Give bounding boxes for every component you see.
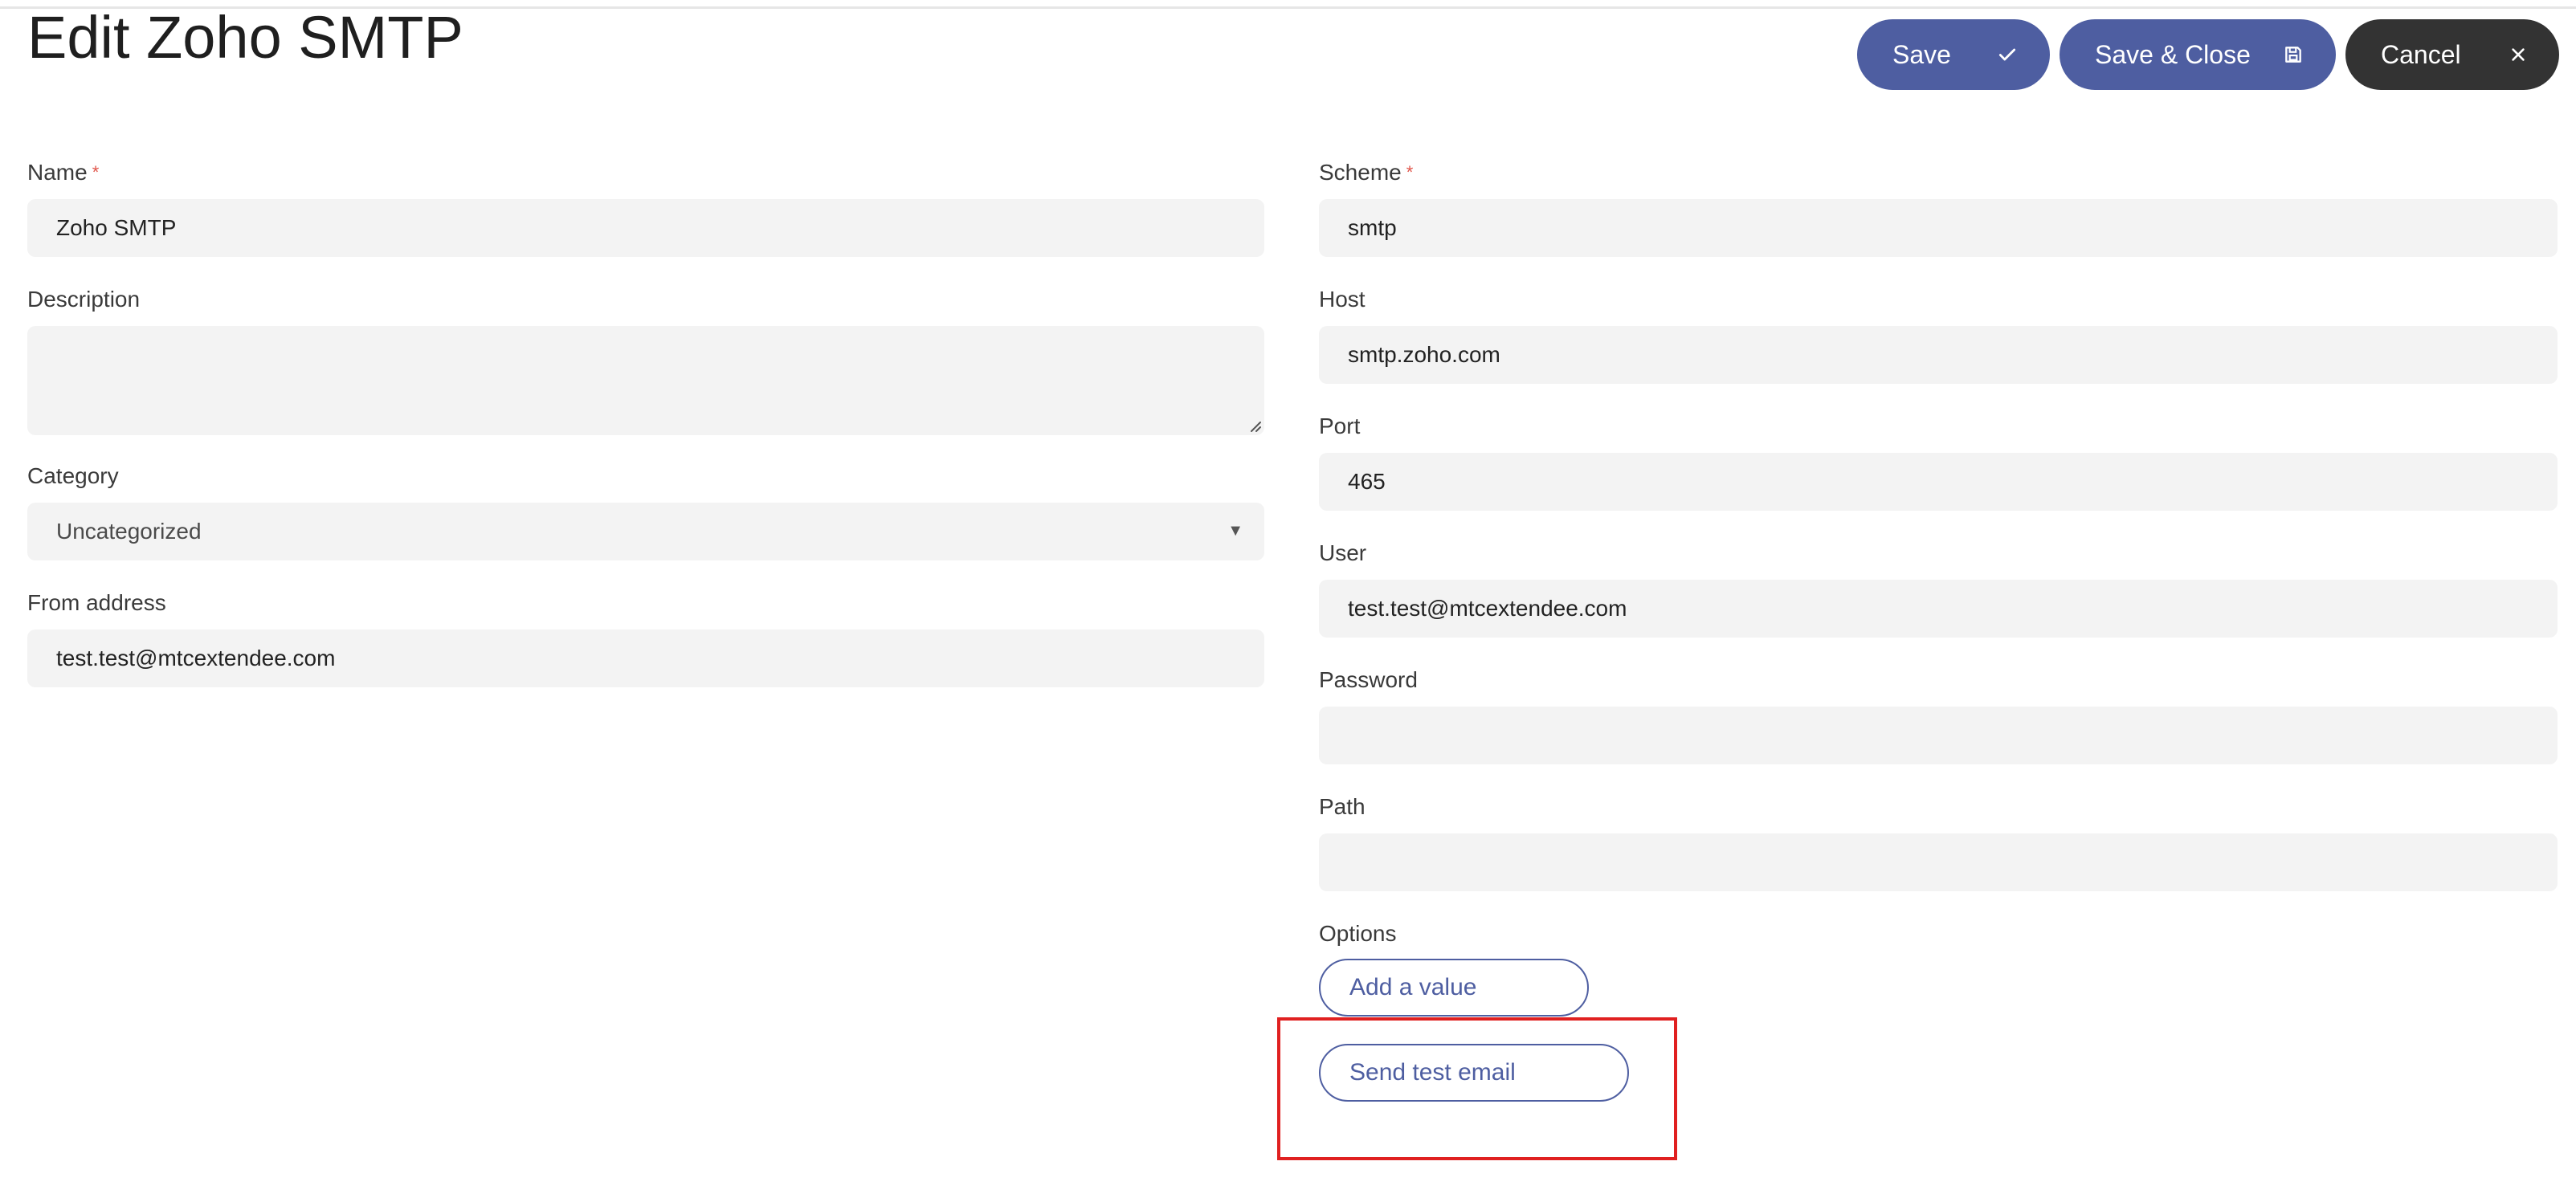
floppy-disk-icon (2283, 44, 2304, 65)
category-label: Category (27, 463, 119, 488)
cancel-button-label: Cancel (2381, 39, 2461, 69)
scheme-input[interactable]: smtp (1319, 199, 2558, 257)
scheme-label: Scheme * (1319, 160, 1414, 185)
user-input[interactable]: test.test@mtcextendee.com (1319, 580, 2558, 638)
save-close-button-label: Save & Close (2095, 39, 2251, 69)
host-label: Host (1319, 287, 1366, 312)
required-mark: * (92, 162, 100, 182)
page-title: Edit Zoho SMTP (27, 4, 463, 71)
name-label: Name * (27, 160, 100, 185)
save-button-label: Save (1892, 39, 1951, 69)
user-label: User (1319, 540, 1367, 565)
port-label: Port (1319, 414, 1361, 438)
from-address-input[interactable]: test.test@mtcextendee.com (27, 630, 1264, 687)
name-input[interactable]: Zoho SMTP (27, 199, 1264, 257)
from-address-label: From address (27, 590, 166, 615)
check-icon (1997, 44, 2018, 65)
caret-down-icon: ▼ (1227, 522, 1243, 540)
host-input[interactable]: smtp.zoho.com (1319, 326, 2558, 384)
save-close-button[interactable]: Save & Close (2060, 19, 2336, 90)
save-button[interactable]: Save (1857, 19, 2050, 90)
path-input[interactable] (1319, 833, 2558, 891)
resize-grip-icon[interactable] (1247, 418, 1261, 432)
annotation-highlight-box (1277, 1017, 1677, 1160)
description-textarea[interactable] (27, 326, 1264, 435)
cancel-button[interactable]: Cancel (2345, 19, 2559, 90)
add-value-button[interactable]: Add a value (1319, 959, 1589, 1017)
path-label: Path (1319, 794, 1366, 819)
category-select[interactable]: Uncategorized ▼ (27, 503, 1264, 560)
required-mark: * (1406, 162, 1414, 182)
password-label: Password (1319, 667, 1418, 692)
description-label: Description (27, 287, 141, 312)
close-icon (2509, 46, 2527, 63)
options-label: Options (1319, 921, 1397, 946)
password-input[interactable] (1319, 707, 2558, 764)
category-selected-value: Uncategorized (56, 519, 202, 544)
port-input[interactable]: 465 (1319, 453, 2558, 511)
